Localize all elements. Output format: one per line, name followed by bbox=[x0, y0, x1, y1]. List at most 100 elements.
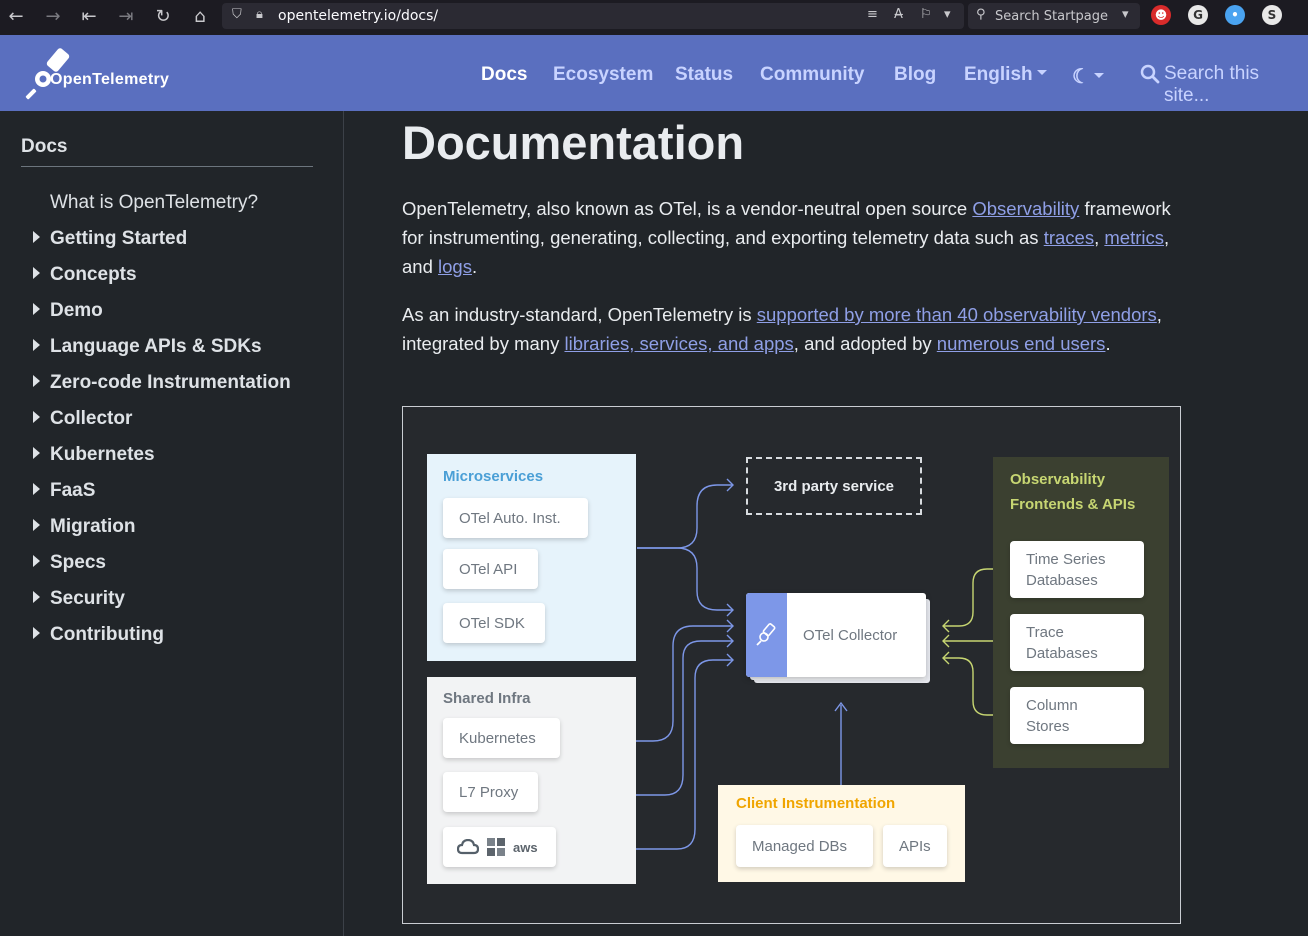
search-icon: ⚲ bbox=[976, 7, 986, 22]
expand-triangle-icon[interactable] bbox=[33, 591, 40, 603]
link-traces[interactable]: traces bbox=[1044, 227, 1094, 248]
nav-docs[interactable]: Docs bbox=[481, 64, 527, 86]
column-stores-chip: Column Stores bbox=[1010, 687, 1144, 744]
lock-icon[interactable]: 🔒︎ bbox=[256, 7, 263, 22]
expand-triangle-icon[interactable] bbox=[33, 375, 40, 387]
adoption-text: As an industry-standard, OpenTelemetry i… bbox=[402, 304, 757, 325]
expand-triangle-icon[interactable] bbox=[33, 627, 40, 639]
url-text[interactable]: opentelemetry.io/docs/ bbox=[278, 8, 438, 24]
kubernetes-chip: Kubernetes bbox=[443, 718, 560, 758]
intro-text: OpenTelemetry, also known as OTel, is a … bbox=[402, 198, 973, 219]
moon-icon: ☾ bbox=[1072, 66, 1090, 88]
page-title: Documentation bbox=[402, 116, 745, 169]
bookmark-icon[interactable]: ⚐ bbox=[920, 7, 932, 22]
last-page-icon[interactable]: ⇥ bbox=[115, 6, 137, 28]
chip-line: Time Series bbox=[1026, 550, 1106, 568]
expand-triangle-icon[interactable] bbox=[33, 411, 40, 423]
windows-icon bbox=[487, 838, 505, 856]
sidebar-item-demo[interactable]: Demo bbox=[50, 300, 103, 322]
sidebar-item-concepts[interactable]: Concepts bbox=[50, 264, 137, 286]
chip-line: Databases bbox=[1026, 644, 1098, 662]
translate-icon[interactable]: A̶ bbox=[894, 7, 903, 22]
link-metrics[interactable]: metrics bbox=[1104, 227, 1164, 248]
frontends-title-line1: Observability bbox=[1010, 471, 1106, 488]
chip-line: Column bbox=[1026, 696, 1078, 714]
sidebar-item-getting-started[interactable]: Getting Started bbox=[50, 228, 187, 250]
site-navbar: OpenTelemetry Docs Ecosystem Status Comm… bbox=[0, 35, 1308, 111]
url-bar[interactable]: ⛉ 🔒︎ opentelemetry.io/docs/ ≡ A̶ ⚐ ▾ bbox=[222, 3, 964, 29]
link-end-users[interactable]: numerous end users bbox=[937, 333, 1106, 354]
expand-triangle-icon[interactable] bbox=[33, 339, 40, 351]
home-icon[interactable]: ⌂ bbox=[189, 6, 211, 28]
expand-triangle-icon[interactable] bbox=[33, 303, 40, 315]
theme-toggle[interactable]: ☾ bbox=[1072, 64, 1104, 89]
chevron-down-icon[interactable]: ▾ bbox=[944, 7, 951, 22]
third-party-service-box: 3rd party service bbox=[746, 457, 922, 515]
otel-auto-inst-chip: OTel Auto. Inst. bbox=[443, 498, 588, 538]
sidebar-item-security[interactable]: Security bbox=[50, 588, 125, 610]
nav-status[interactable]: Status bbox=[675, 64, 733, 86]
sidebar-item-language-apis[interactable]: Language APIs & SDKs bbox=[50, 336, 262, 358]
sidebar-item-what-is-opentelemetry[interactable]: What is OpenTelemetry? bbox=[50, 192, 258, 214]
browser-toolbar: ← → ⇤ ⇥ ↻ ⌂ ⛉ 🔒︎ opentelemetry.io/docs/ … bbox=[0, 0, 1308, 35]
cloud-icon bbox=[457, 839, 479, 855]
apis-chip: APIs bbox=[883, 825, 947, 867]
nav-community[interactable]: Community bbox=[760, 64, 865, 86]
sidebar-item-collector[interactable]: Collector bbox=[50, 408, 132, 430]
shield-icon[interactable]: ⛉ bbox=[232, 7, 242, 22]
sidebar-item-faas[interactable]: FaaS bbox=[50, 480, 95, 502]
sidebar-item-specs[interactable]: Specs bbox=[50, 552, 106, 574]
back-icon[interactable]: ← bbox=[5, 6, 27, 28]
extension-ghost-icon[interactable]: • bbox=[1225, 5, 1245, 25]
aws-logo-text: aws bbox=[513, 839, 538, 855]
forward-icon[interactable]: → bbox=[42, 6, 64, 28]
grammarly-icon[interactable]: G bbox=[1188, 5, 1208, 25]
link-logs[interactable]: logs bbox=[438, 256, 472, 277]
client-instrumentation-title: Client Instrumentation bbox=[736, 795, 896, 812]
extension-s-icon[interactable]: S bbox=[1262, 5, 1282, 25]
microservices-title: Microservices bbox=[443, 468, 544, 485]
search-icon[interactable] bbox=[1140, 64, 1160, 84]
expand-triangle-icon[interactable] bbox=[33, 231, 40, 243]
expand-triangle-icon[interactable] bbox=[33, 519, 40, 531]
expand-triangle-icon[interactable] bbox=[33, 555, 40, 567]
docs-sidebar: Docs What is OpenTelemetry? Getting Star… bbox=[0, 111, 344, 936]
chip-line: Databases bbox=[1026, 571, 1098, 589]
expand-triangle-icon[interactable] bbox=[33, 483, 40, 495]
extension-red-icon[interactable]: ☻ bbox=[1151, 5, 1171, 25]
link-observability[interactable]: Observability bbox=[972, 198, 1079, 219]
search-engine-dropdown-icon[interactable]: ▾ bbox=[1122, 7, 1129, 22]
site-search-input[interactable]: Search this site... bbox=[1164, 63, 1308, 107]
otel-collector-label: OTel Collector bbox=[803, 627, 898, 644]
language-selector[interactable]: English bbox=[964, 64, 1047, 86]
link-libraries[interactable]: libraries, services, and apps bbox=[564, 333, 793, 354]
adoption-text: . bbox=[1105, 333, 1111, 354]
sidebar-divider bbox=[21, 166, 313, 167]
browser-search-placeholder: Search Startpage bbox=[995, 9, 1109, 24]
sidebar-item-kubernetes[interactable]: Kubernetes bbox=[50, 444, 155, 466]
browser-search-box[interactable]: ⚲ Search Startpage ▾ bbox=[968, 3, 1140, 29]
sidebar-item-zero-code[interactable]: Zero-code Instrumentation bbox=[50, 372, 291, 394]
otel-api-chip: OTel API bbox=[443, 549, 538, 589]
sidebar-item-migration[interactable]: Migration bbox=[50, 516, 136, 538]
otel-logo-icon bbox=[756, 623, 776, 646]
sidebar-title[interactable]: Docs bbox=[21, 136, 67, 158]
reader-view-icon[interactable]: ≡ bbox=[867, 7, 878, 22]
nav-blog[interactable]: Blog bbox=[894, 64, 936, 86]
nav-ecosystem[interactable]: Ecosystem bbox=[553, 64, 653, 86]
cloud-providers-chip: aws bbox=[443, 827, 556, 867]
brand-name[interactable]: OpenTelemetry bbox=[50, 71, 169, 89]
managed-dbs-chip: Managed DBs bbox=[736, 825, 873, 867]
link-vendors[interactable]: supported by more than 40 observability … bbox=[757, 304, 1157, 325]
otel-sdk-chip: OTel SDK bbox=[443, 603, 545, 643]
l7-proxy-chip: L7 Proxy bbox=[443, 772, 538, 812]
otel-collector-box: OTel Collector bbox=[746, 593, 930, 683]
chevron-down-icon bbox=[1093, 73, 1104, 79]
client-instrumentation-panel: Client Instrumentation Managed DBs APIs bbox=[718, 785, 965, 882]
sidebar-item-contributing[interactable]: Contributing bbox=[50, 624, 164, 646]
expand-triangle-icon[interactable] bbox=[33, 447, 40, 459]
reload-icon[interactable]: ↻ bbox=[152, 6, 174, 28]
expand-triangle-icon[interactable] bbox=[33, 267, 40, 279]
adoption-text: , and adopted by bbox=[793, 333, 937, 354]
first-page-icon[interactable]: ⇤ bbox=[78, 6, 100, 28]
